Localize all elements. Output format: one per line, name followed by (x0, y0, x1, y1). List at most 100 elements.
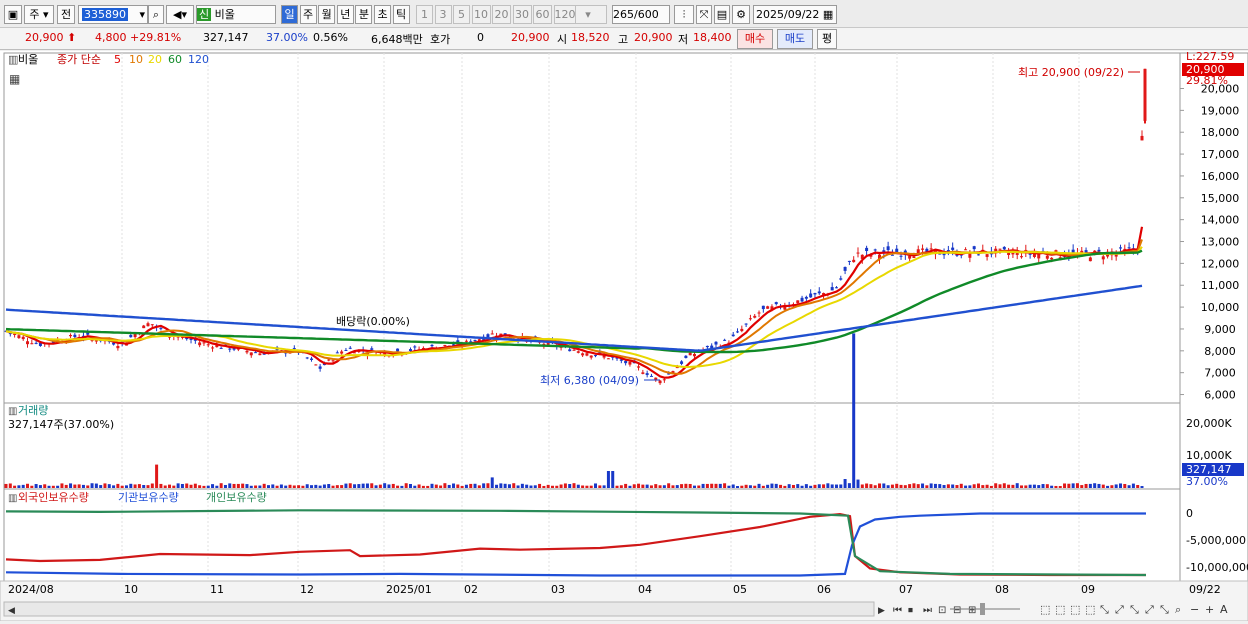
period-button-2[interactable]: 월 (318, 5, 336, 24)
interval-button-5[interactable]: 5 (453, 5, 470, 24)
interval-button-10[interactable]: 10 (471, 5, 491, 24)
candle-body (684, 355, 688, 359)
volume-bar (1058, 486, 1062, 488)
volume-pane[interactable] (3, 402, 1181, 490)
interval-button-120[interactable]: 120 (553, 5, 576, 24)
period-button-5[interactable]: 초 (374, 5, 391, 24)
volume-title: 거래량 (18, 404, 48, 417)
volume-bar (434, 484, 438, 488)
volume-bar (538, 483, 542, 488)
zoom-slider-thumb[interactable] (980, 603, 985, 615)
legend-ma-10: 10 (129, 53, 143, 66)
candle-body (852, 259, 856, 263)
stock-code-input[interactable]: 335890 ▾ (78, 5, 148, 24)
holdings-legend-2: 개인보유수량 (206, 491, 267, 504)
period-button-4[interactable]: 분 (355, 5, 373, 24)
period-button-1[interactable]: 주 (299, 5, 317, 24)
toolbar-icon-bottom: A (1220, 603, 1228, 616)
save-icon[interactable]: ▤ (714, 5, 730, 24)
volume-bar (86, 485, 90, 488)
volume-bar (645, 484, 649, 488)
volume-bar (718, 483, 722, 488)
candle-body (740, 328, 744, 332)
candle-body (486, 334, 490, 338)
y-tick-label: 12,000 (1201, 257, 1240, 270)
period-button-6[interactable]: 틱 (392, 5, 410, 24)
candle-body (972, 246, 976, 250)
stock-name-field[interactable]: 신 비올 (196, 5, 276, 24)
draw-tool-icon[interactable]: ⤧ (696, 5, 712, 24)
buy-button[interactable]: 매수 (737, 29, 773, 49)
volume-bar (396, 485, 400, 488)
volume-bar (878, 483, 882, 488)
candle-body (899, 255, 903, 257)
candle-body (817, 291, 821, 294)
volume-y-tick: 20,000K (1186, 417, 1232, 430)
current-pct-tag: 29.81% (1186, 74, 1228, 87)
interval-button-60[interactable]: 60 (533, 5, 552, 24)
candle-body (1097, 249, 1101, 252)
volume-bar (258, 485, 262, 488)
volume-bar (150, 483, 154, 488)
search-icon[interactable]: ⌕ (148, 5, 164, 24)
volume-bar (830, 484, 834, 488)
volume-bar (120, 485, 124, 488)
volume-bar (976, 483, 980, 488)
volume-bar (499, 483, 503, 488)
interval-button-3[interactable]: 3 (434, 5, 452, 24)
interval-button-1[interactable]: 1 (416, 5, 433, 24)
prev-button[interactable]: 전 (57, 5, 75, 24)
candle-body (408, 349, 412, 352)
volume-bar (211, 484, 215, 488)
volume-bar (615, 485, 619, 488)
legend-ma-label: 종가 단순 (57, 53, 101, 66)
date-field[interactable]: 2025/09/22 ▦ (753, 5, 837, 24)
volume-bar (159, 483, 163, 488)
interval-button-20[interactable]: 20 (492, 5, 511, 24)
window-layout-icon[interactable]: ▣ (4, 5, 22, 24)
volume-bar (968, 485, 972, 488)
candle-body (576, 351, 580, 353)
volume-bar (822, 484, 826, 488)
volume-bar (262, 483, 266, 488)
volume-bar (60, 483, 64, 488)
volume-bar (56, 485, 60, 488)
holdings-pane[interactable] (3, 488, 1181, 582)
chart-svg[interactable]: 20,00019,00018,00017,00016,00015,00014,0… (0, 50, 1248, 622)
interval-button-30[interactable]: 30 (512, 5, 532, 24)
volume-bar (1118, 483, 1122, 488)
volume-bar (146, 485, 150, 488)
volume-bar (1020, 485, 1024, 488)
period-button-3[interactable]: 년 (336, 5, 354, 24)
market-select[interactable]: 주 ▾ (24, 5, 54, 24)
count-field[interactable]: 265/600 (612, 5, 670, 24)
y-tick-label: 8,000 (1204, 345, 1236, 358)
candle-body (641, 372, 645, 374)
volume-bar (288, 484, 292, 488)
candle-body (830, 287, 834, 291)
quote-bar: 20,900 ⬆ 4,800 +29.81% 327,147 37.00% 0.… (0, 28, 1248, 50)
candle-type-icon[interactable]: ⫶ (674, 5, 694, 24)
volume-bar (271, 484, 275, 488)
candle-body (310, 358, 314, 360)
volume-bar (417, 484, 421, 488)
volume-bar (834, 484, 838, 488)
chart-area[interactable]: 20,000 19,000 18,000 17,000 16,000 15,000 14,0… (0, 50, 1248, 622)
market-badge: 신 (197, 8, 212, 21)
horizontal-scrollbar[interactable] (3, 601, 875, 617)
gear-icon[interactable]: ⚙ (732, 5, 750, 24)
volume-bar (804, 484, 808, 488)
period-button-0[interactable]: 일 (281, 5, 298, 24)
volume-bar (473, 483, 477, 488)
volume-bar (1140, 486, 1144, 488)
speaker-icon[interactable]: ◀▾ (166, 5, 194, 24)
volume-bar (327, 484, 331, 488)
volume-bar (452, 483, 456, 488)
x-axis-label: 02 (464, 583, 478, 596)
sell-button[interactable]: 매도 (777, 29, 813, 49)
volume-bar (662, 485, 666, 488)
scroll-left-icon: ◀ (8, 606, 15, 616)
candle-body (1020, 256, 1024, 258)
volume-bar (374, 485, 378, 488)
eval-button[interactable]: 평 (817, 29, 837, 49)
